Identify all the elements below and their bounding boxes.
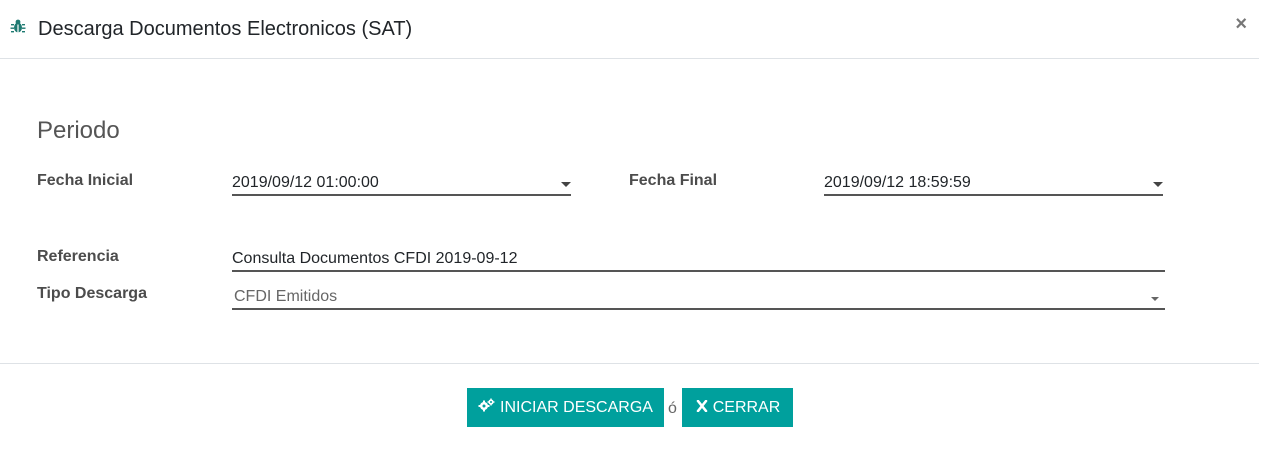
iniciar-descarga-button[interactable]: INICIAR DESCARGA (467, 388, 664, 427)
chevron-down-icon[interactable] (1153, 182, 1163, 187)
gears-icon (478, 398, 500, 417)
x-icon (695, 399, 713, 417)
tipo-descarga-label: Tipo Descarga (37, 285, 147, 302)
close-icon[interactable]: × (1235, 14, 1247, 34)
chevron-down-icon[interactable] (561, 182, 571, 187)
fecha-inicial-value: 2019/09/12 01:00:00 (232, 174, 379, 191)
fecha-final-label: Fecha Final (629, 172, 718, 189)
fecha-final-value: 2019/09/12 18:59:59 (824, 174, 971, 191)
fecha-inicial-label: Fecha Inicial (37, 172, 134, 189)
tipo-descarga-value: CFDI Emitidos (234, 288, 338, 305)
fecha-final-field[interactable]: 2019/09/12 18:59:59 (824, 174, 1163, 196)
tipo-descarga-select[interactable]: CFDI Emitidos (232, 288, 1165, 310)
referencia-label: Referencia (37, 248, 119, 265)
dialog-header: Descarga Documentos Electronicos (SAT) × (0, 0, 1259, 59)
dialog: Descarga Documentos Electronicos (SAT) ×… (0, 0, 1261, 449)
fecha-inicial-field[interactable]: 2019/09/12 01:00:00 (232, 174, 571, 196)
bug-icon (10, 18, 26, 34)
cerrar-label: CERRAR (712, 398, 781, 416)
referencia-value: Consulta Documentos CFDI 2019-09-12 (232, 250, 518, 267)
referencia-field[interactable]: Consulta Documentos CFDI 2019-09-12 (232, 250, 1165, 272)
chevron-down-icon[interactable] (1151, 297, 1159, 301)
dialog-title: Descarga Documentos Electronicos (SAT) (38, 18, 413, 40)
section-title: Periodo (37, 117, 120, 144)
iniciar-descarga-label: INICIAR DESCARGA (500, 398, 653, 416)
cerrar-button[interactable]: CERRAR (682, 388, 793, 427)
separator-text: ó (668, 400, 677, 417)
